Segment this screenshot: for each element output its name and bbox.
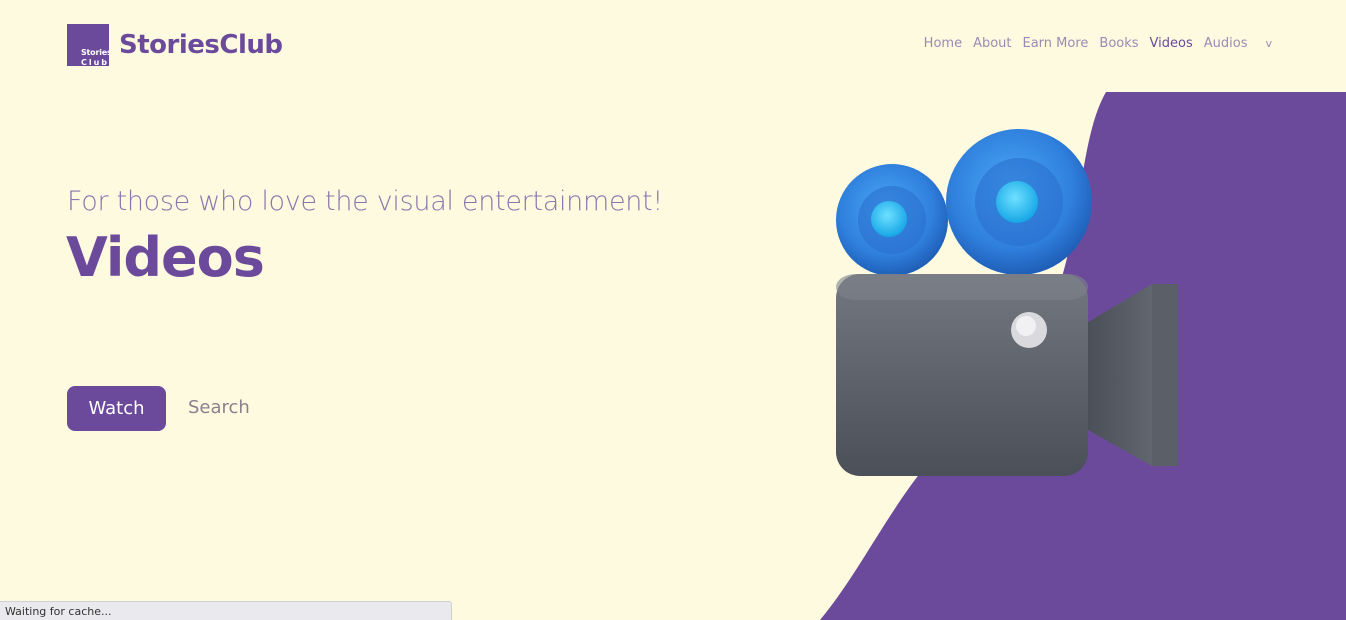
nav-more-caret[interactable]: v xyxy=(1265,37,1272,50)
page: Stories Club StoriesClub Home About Earn… xyxy=(0,0,1346,620)
logo-badge: Stories Club xyxy=(67,24,109,66)
nav-item-audios[interactable]: Audios xyxy=(1204,36,1248,51)
logo-badge-line2: Club xyxy=(81,58,109,66)
brand-logo[interactable]: Stories Club StoriesClub xyxy=(67,24,283,66)
nav-item-home[interactable]: Home xyxy=(924,36,962,51)
nav-item-earn-more[interactable]: Earn More xyxy=(1023,36,1089,51)
nav-item-videos[interactable]: Videos xyxy=(1150,36,1193,51)
page-title: Videos xyxy=(66,226,265,289)
main-nav: Home About Earn More Books Videos Audios… xyxy=(913,36,1272,51)
hero-tagline: For those who love the visual entertainm… xyxy=(67,186,663,217)
logo-badge-line1: Stories xyxy=(81,48,109,57)
browser-status-bar: Waiting for cache... xyxy=(0,601,452,620)
nav-item-books[interactable]: Books xyxy=(1099,36,1138,51)
search-link[interactable]: Search xyxy=(188,397,250,418)
video-camera-icon xyxy=(836,129,1178,476)
watch-button[interactable]: Watch xyxy=(67,386,166,431)
nav-item-about[interactable]: About xyxy=(973,36,1011,51)
brand-name: StoriesClub xyxy=(119,30,283,60)
